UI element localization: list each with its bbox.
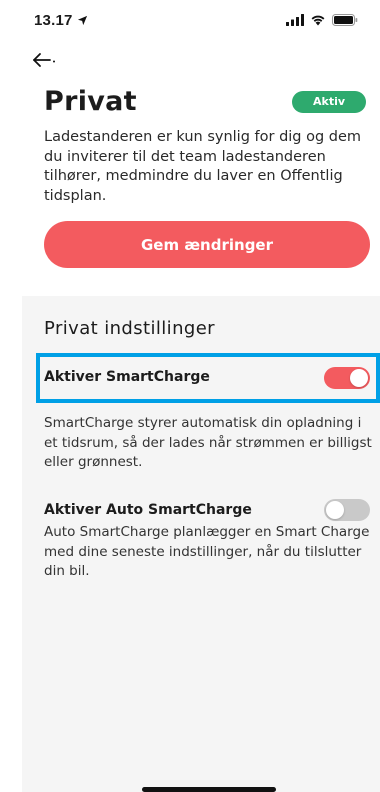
title-row: Privat Aktiv	[44, 86, 366, 117]
status-time-text: 13.17	[34, 11, 73, 29]
status-time: 13.17	[34, 12, 88, 29]
auto-smartcharge-toggle[interactable]	[324, 499, 370, 521]
smartcharge-toggle[interactable]	[324, 367, 370, 389]
page-title: Privat	[44, 86, 137, 117]
smartcharge-description: SmartCharge styrer automatisk din opladn…	[44, 415, 372, 470]
save-button[interactable]: Gem ændringer	[44, 221, 370, 268]
page-description: Ladestanderen er kun synlig for dig og d…	[44, 129, 362, 204]
back-button[interactable]	[32, 46, 68, 74]
home-indicator	[142, 787, 276, 792]
back-arrow-icon	[33, 53, 55, 67]
section-title: Privat indstillinger	[44, 318, 215, 339]
battery-icon	[332, 14, 358, 26]
smartcharge-label: Aktiver SmartCharge	[44, 369, 210, 385]
auto-smartcharge-label: Aktiver Auto SmartCharge	[44, 502, 252, 518]
cellular-signal-icon	[286, 14, 304, 26]
location-arrow-icon	[77, 15, 87, 25]
status-badge: Aktiv	[292, 90, 366, 113]
toggle-knob	[350, 369, 368, 387]
status-bar: 13.17	[0, 0, 380, 40]
status-icons	[286, 14, 358, 26]
auto-smartcharge-description: Auto SmartCharge planlægger en Smart Cha…	[44, 524, 370, 579]
wifi-icon	[311, 15, 325, 26]
toggle-knob	[326, 501, 344, 519]
